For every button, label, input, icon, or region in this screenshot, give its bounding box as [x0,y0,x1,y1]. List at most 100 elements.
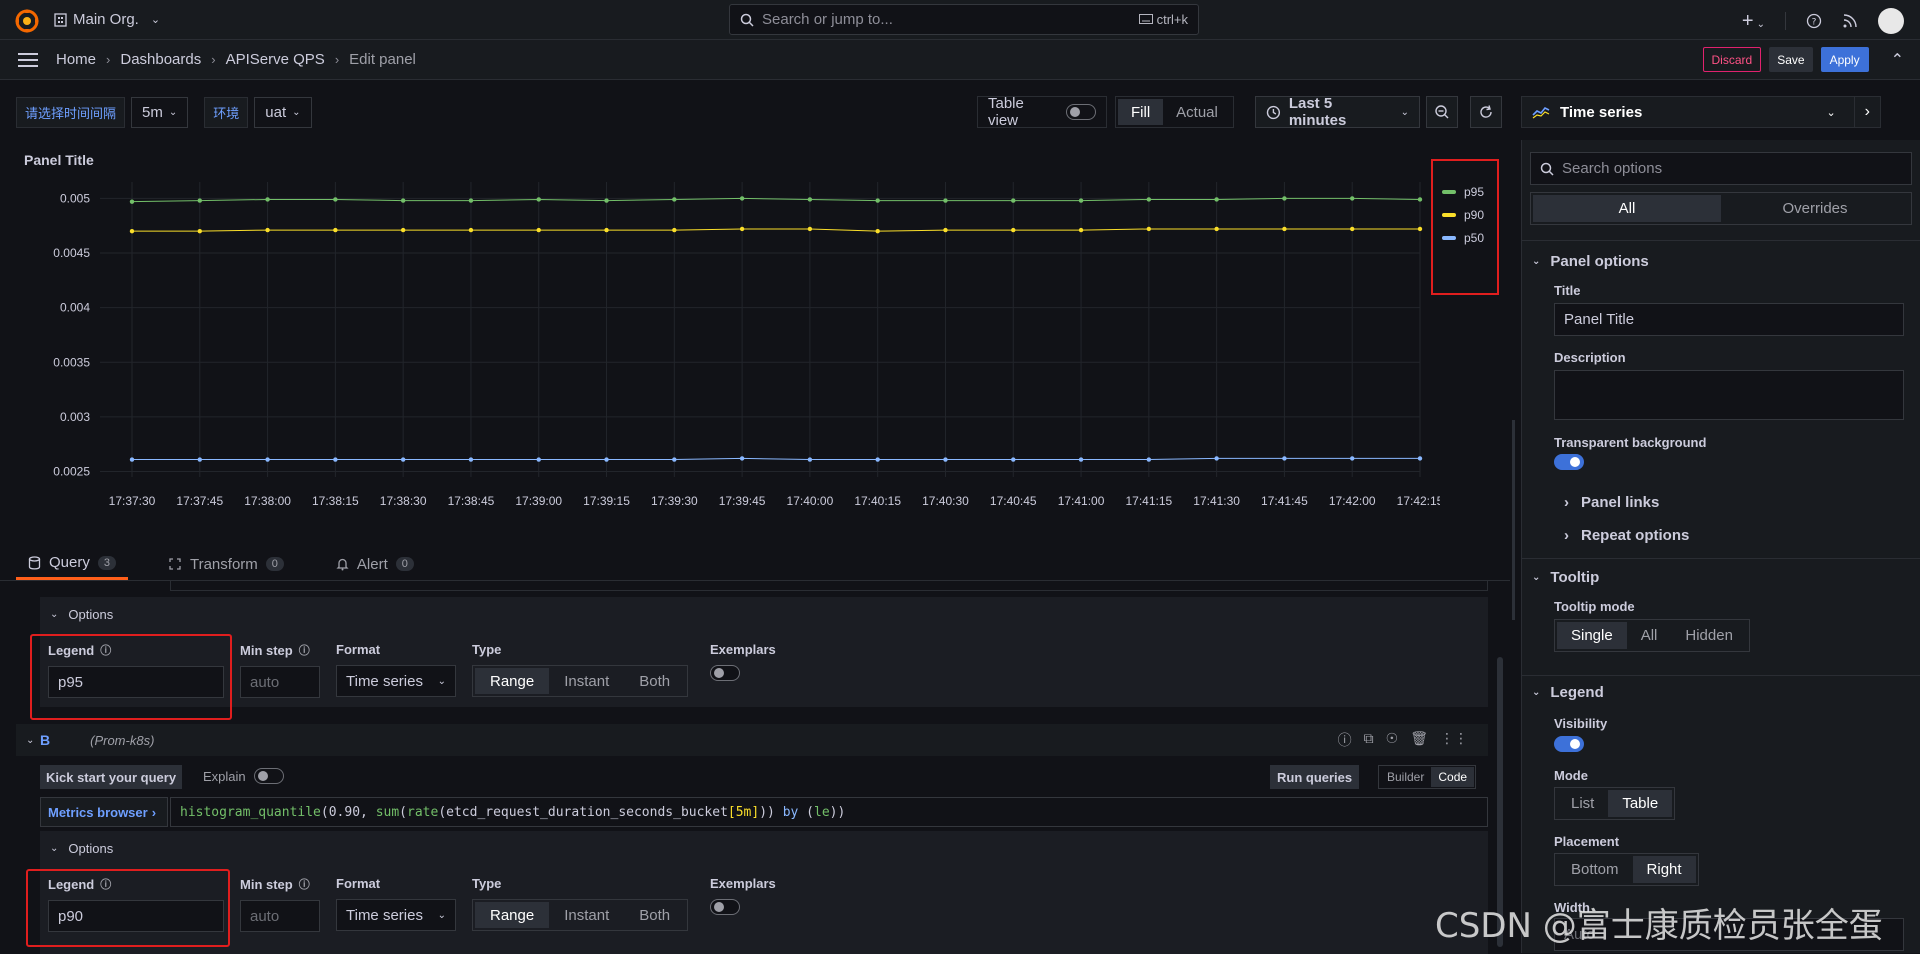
placement-right[interactable]: Right [1632,856,1696,883]
visualization-picker[interactable]: Time series ⌄ › [1521,96,1881,128]
type-instant[interactable]: Instant [549,902,624,928]
menu-icon[interactable] [18,52,38,67]
data-point-p95 [129,199,135,204]
legend-swatch [1442,236,1456,240]
chevron-down-icon[interactable]: ⌄ [26,735,34,746]
data-point-p50 [468,457,474,462]
rss-icon[interactable] [1842,13,1858,29]
eye-icon[interactable]: ☉ [1386,730,1399,750]
discard-button[interactable]: Discard [1702,47,1762,72]
table-view-toggle[interactable]: Table view [977,95,1107,129]
metrics-browser-label: Metrics browser [48,804,148,820]
min-step-input[interactable]: auto [240,666,320,698]
mode-table[interactable]: Table [1608,790,1673,817]
add-icon[interactable]: + ⌄ [1742,10,1765,33]
trash-icon[interactable]: 🗑 [1410,730,1428,750]
copy-icon[interactable]: ⧉ [1364,730,1374,750]
min-step-input[interactable]: auto [240,900,320,932]
run-queries-button[interactable]: Run queries [1270,765,1360,789]
save-button[interactable]: Save [1769,47,1813,72]
legend-item-p50[interactable]: p50 [1442,231,1484,245]
type-both[interactable]: Both [624,668,685,694]
query-code-editor[interactable]: histogram_quantile (0.90, sum(rate (etcd_r… [170,797,1488,827]
section-header-tooltip[interactable]: ⌄ Tooltip [1532,569,1599,586]
tab-transform-label: Transform [189,555,258,573]
tab-transform[interactable]: Transform 0 [156,548,296,580]
legend-item-p95[interactable]: p95 [1442,185,1484,199]
exemplars-label: Exemplars [710,876,776,891]
metrics-browser-button[interactable]: Metrics browser › [40,797,168,827]
search-options-input[interactable]: Search options [1530,152,1912,185]
data-point-p95 [1078,198,1084,203]
type-instant[interactable]: Instant [549,668,624,694]
variable-select-env[interactable]: uat ⌄ [254,97,312,128]
type-both[interactable]: Both [624,902,685,928]
visibility-switch[interactable] [1554,736,1584,752]
format-select[interactable]: Time series ⌄ [336,665,456,697]
placement-bottom[interactable]: Bottom [1557,856,1633,883]
data-point-p90 [536,227,541,233]
refresh-button[interactable] [1470,96,1502,128]
exemplars-switch[interactable] [710,665,740,681]
variable-label-env: 环境 [204,97,249,128]
fill-option[interactable]: Fill [1118,99,1164,125]
x-tick-label: 17:40:45 [990,494,1037,508]
options-toggle[interactable]: ⌄ Options [50,607,113,622]
query-name[interactable]: B [40,732,50,748]
data-point-p95 [604,198,609,203]
query-b-header: ⌄ B (Prom-k8s) ⓘ ⧉ ☉ 🗑 ⋮⋮ [16,724,1488,756]
mode-list[interactable]: List [1557,790,1608,817]
format-label: Format [336,642,381,657]
data-point-p95 [265,197,270,202]
panel-links-label: Panel links [1581,494,1660,511]
breadcrumb-dashboard[interactable]: APIServe QPS [226,51,325,68]
kick-start-button[interactable]: Kick start your query [40,765,183,789]
breadcrumb-home[interactable]: Home [56,51,96,68]
actual-option[interactable]: Actual [1163,99,1231,125]
description-textarea[interactable] [1554,370,1904,420]
panel-scrollbar[interactable] [1512,420,1515,620]
org-switcher[interactable]: Main Org. ⌄ [54,11,160,28]
help-icon[interactable]: ⓘ [1338,730,1352,750]
chevron-down-icon: ⌄ [437,909,446,921]
breadcrumb-dashboards[interactable]: Dashboards [120,51,201,68]
zoom-out-button[interactable] [1426,96,1458,128]
tab-query[interactable]: Query 3 [16,548,128,580]
code-option[interactable]: Code [1431,767,1475,787]
builder-option[interactable]: Builder [1380,767,1431,787]
repeat-options-toggle[interactable]: › Repeat options [1564,527,1689,544]
tooltip-single[interactable]: Single [1557,622,1627,649]
section-header-panel-options[interactable]: ⌄ Panel options [1532,253,1649,270]
time-range-picker[interactable]: Last 5 minutes ⌄ [1255,95,1420,129]
tab-alert[interactable]: Alert 0 [324,548,426,580]
options-toggle[interactable]: ⌄ Options [50,841,113,856]
variable-value: uat [265,104,287,121]
drag-handle-icon[interactable]: ⋮⋮ [1440,730,1468,750]
data-point-p90 [672,227,677,233]
type-range[interactable]: Range [475,668,550,694]
tooltip-all[interactable]: All [1627,622,1672,649]
time-series-chart[interactable]: 0.005 0.0045 0.004 0.0035 0.003 0.0025 17:37:3… [10,142,1440,532]
search-bar[interactable]: Search or jump to... ctrl+k [729,4,1199,35]
table-view-switch[interactable] [1066,104,1096,120]
legend-item-p90[interactable]: p90 [1442,208,1484,222]
explain-switch[interactable] [253,768,284,784]
type-range[interactable]: Range [475,902,550,928]
format-select[interactable]: Time series ⌄ [336,899,456,931]
filter-all[interactable]: All [1533,195,1721,222]
avatar[interactable] [1878,8,1904,34]
transparent-switch[interactable] [1554,454,1584,470]
filter-overrides[interactable]: Overrides [1721,195,1909,222]
section-header-legend[interactable]: ⌄ Legend [1532,684,1604,701]
chevron-up-icon[interactable]: ⌃ [1891,50,1904,70]
exemplars-switch[interactable] [710,899,740,915]
chevron-right-icon[interactable]: › [1865,103,1870,121]
title-input[interactable]: Panel Title [1554,303,1904,336]
tooltip-hidden[interactable]: Hidden [1671,622,1747,649]
grafana-logo-icon[interactable] [14,8,40,34]
panel-links-toggle[interactable]: › Panel links [1564,494,1659,511]
data-point-p90 [807,226,813,232]
apply-button[interactable]: Apply [1820,47,1869,72]
variable-select-interval[interactable]: 5m ⌄ [131,97,189,128]
help-icon[interactable]: ? [1806,13,1822,29]
